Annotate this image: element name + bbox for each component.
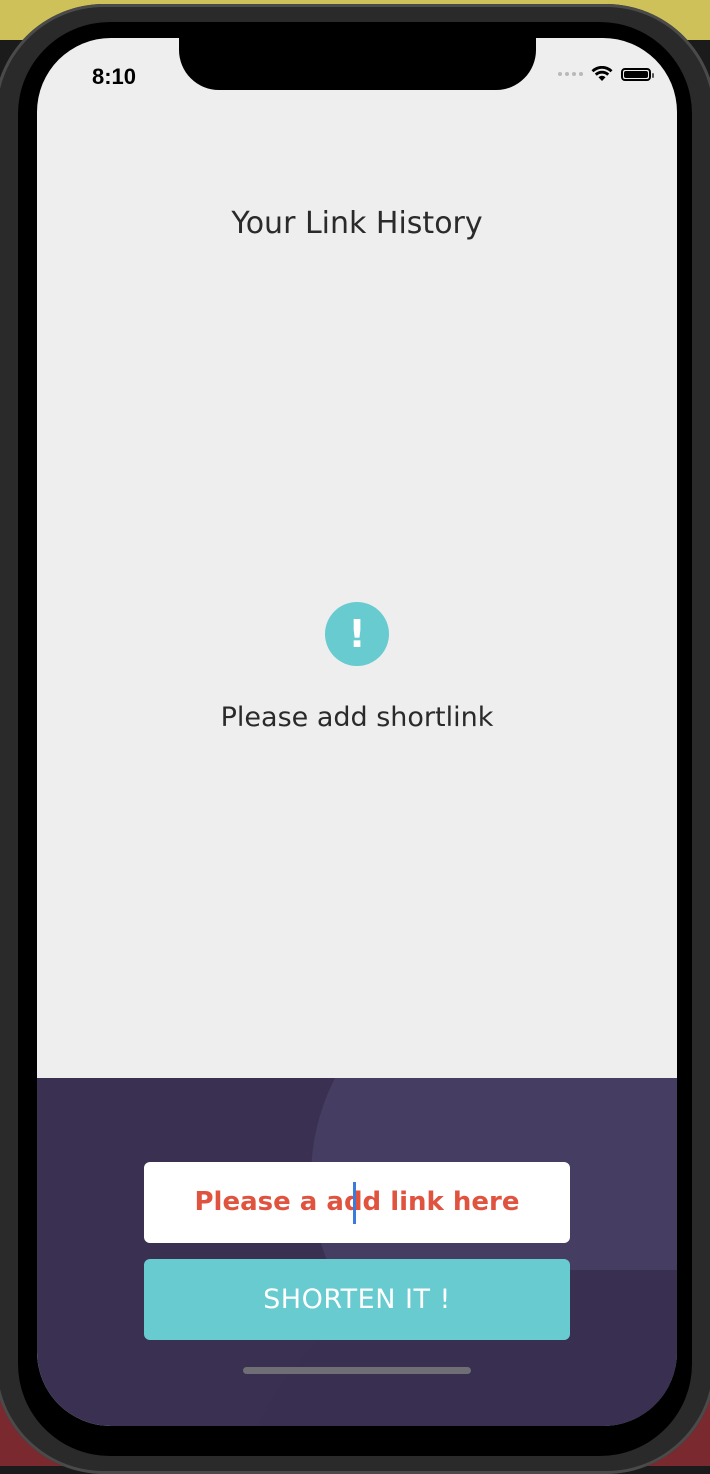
wifi-icon <box>591 66 613 81</box>
battery-icon <box>621 67 654 81</box>
app-screen: 8:10 Your Link History ! Please add shor… <box>37 38 677 1426</box>
shorten-button[interactable]: SHORTEN IT ! <box>144 1259 570 1340</box>
phone-notch <box>179 38 536 90</box>
link-input[interactable]: Please a add link here <box>144 1162 570 1243</box>
status-time: 8:10 <box>92 64 137 89</box>
signal-dots-icon <box>558 72 583 76</box>
home-indicator[interactable] <box>243 1367 471 1374</box>
page-title: Your Link History <box>231 206 483 241</box>
text-caret <box>353 1182 356 1224</box>
empty-state-message: Please add shortlink <box>220 702 494 733</box>
status-icons <box>558 66 654 82</box>
exclamation-circle-icon: ! <box>325 602 389 666</box>
